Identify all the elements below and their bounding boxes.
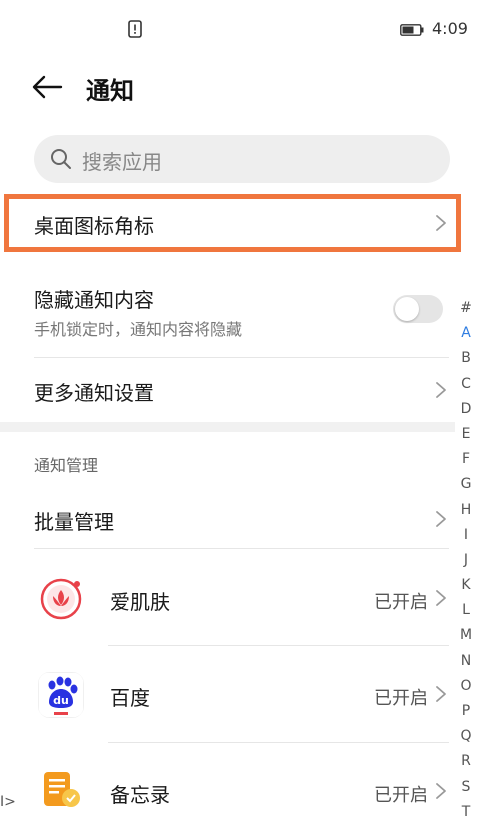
status-bar: 4:09 [0, 0, 477, 58]
chevron-right-icon [436, 783, 446, 799]
divider [34, 357, 449, 358]
page-title: 通知 [86, 77, 134, 105]
app-status: 已开启 [374, 688, 428, 709]
search-bar[interactable]: 搜索应用 [34, 135, 450, 183]
alphabet-letter[interactable]: P [455, 699, 477, 724]
app-name: 备忘录 [110, 783, 170, 807]
alphabet-letter[interactable]: J [455, 548, 477, 573]
alphabet-letter[interactable]: # [455, 296, 477, 321]
divider [108, 645, 449, 646]
chevron-right-icon [436, 382, 446, 398]
baidu-app-icon: du [38, 672, 84, 718]
hide-content-toggle[interactable] [393, 295, 443, 323]
hide-content-label: 隐藏通知内容 [34, 288, 154, 312]
alphabet-letter[interactable]: R [455, 749, 477, 774]
divider [108, 742, 449, 743]
aijifu-app-icon [40, 578, 82, 620]
alphabet-letter[interactable]: G [455, 472, 477, 497]
alphabet-letter[interactable]: T [455, 800, 477, 825]
alphabet-index[interactable]: # A B C D E F G H I J K L M N O P Q R S T [455, 296, 477, 825]
chevron-right-icon [436, 686, 446, 702]
divider [34, 548, 449, 549]
app-name: 百度 [110, 686, 150, 710]
section-separator [0, 422, 455, 432]
alphabet-letter[interactable]: O [455, 674, 477, 699]
alphabet-letter[interactable]: K [455, 573, 477, 598]
alphabet-letter[interactable]: M [455, 623, 477, 648]
alphabet-letter[interactable]: I [455, 523, 477, 548]
svg-text:du: du [53, 694, 69, 707]
alphabet-letter[interactable]: H [455, 498, 477, 523]
app-status: 已开启 [374, 592, 428, 613]
batch-manage-label: 批量管理 [34, 510, 114, 534]
battery-icon [400, 24, 424, 36]
status-time: 4:09 [432, 19, 468, 38]
alphabet-letter[interactable]: Q [455, 724, 477, 749]
alphabet-letter[interactable]: S [455, 775, 477, 800]
alphabet-letter[interactable]: C [455, 372, 477, 397]
more-settings-label: 更多通知设置 [34, 381, 154, 405]
alphabet-letter[interactable]: L [455, 598, 477, 623]
chevron-right-icon [436, 511, 446, 527]
alphabet-letter[interactable]: N [455, 649, 477, 674]
back-arrow-icon[interactable] [30, 70, 64, 104]
notification-alert-icon [128, 20, 142, 38]
alphabet-letter[interactable]: E [455, 422, 477, 447]
alphabet-letter[interactable]: A [455, 321, 477, 346]
alphabet-letter[interactable]: D [455, 397, 477, 422]
app-status: 已开启 [374, 785, 428, 806]
hide-content-subtitle: 手机锁定时，通知内容将隐藏 [34, 320, 243, 339]
toggle-knob [395, 297, 419, 321]
search-placeholder: 搜索应用 [82, 150, 162, 174]
memo-app-icon [38, 768, 84, 814]
alphabet-letter[interactable]: B [455, 346, 477, 371]
highlight-box [4, 194, 461, 252]
corner-glyph: I> [0, 794, 16, 810]
alphabet-letter[interactable]: F [455, 447, 477, 472]
chevron-right-icon [436, 590, 446, 606]
section-title: 通知管理 [34, 456, 99, 475]
search-icon [51, 149, 71, 169]
app-name: 爱肌肤 [110, 590, 170, 614]
